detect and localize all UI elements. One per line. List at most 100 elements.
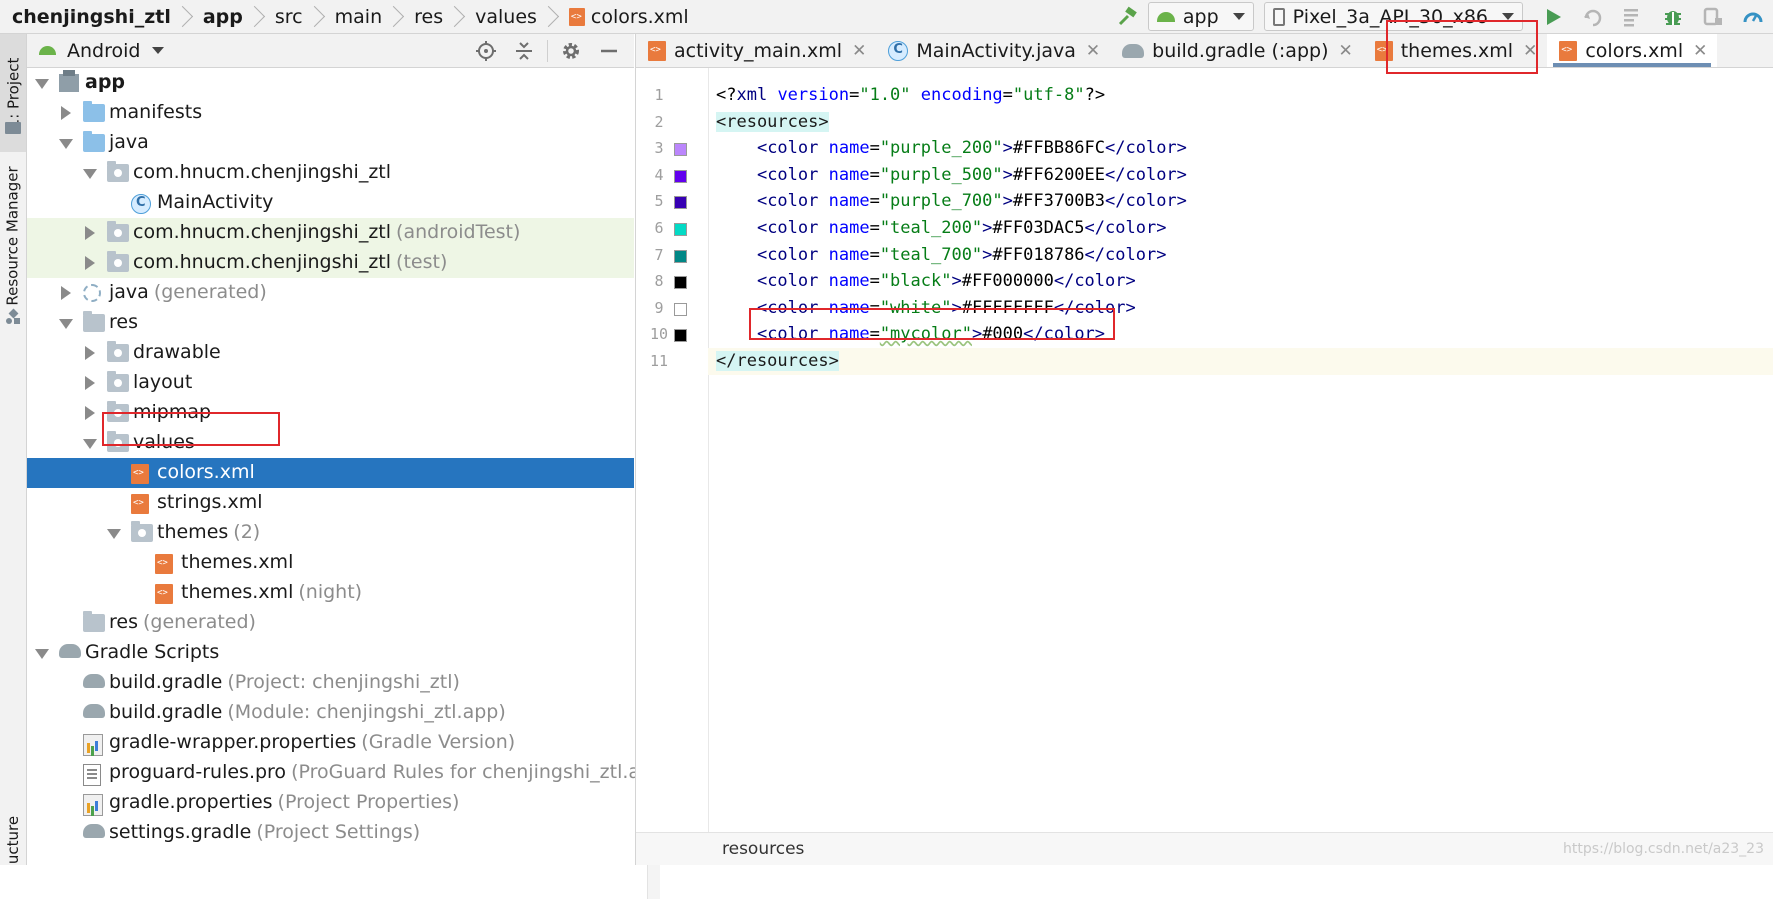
tree-node[interactable]: java	[27, 128, 634, 158]
project-view-mode[interactable]: Android	[67, 40, 140, 62]
color-swatch-icon[interactable]	[674, 276, 687, 290]
editor-tab[interactable]: MainActivity.java ✕	[876, 34, 1110, 67]
package-icon	[107, 161, 129, 182]
run-configuration-select[interactable]: app	[1147, 2, 1254, 31]
color-swatch-icon[interactable]	[674, 196, 687, 210]
project-tool-window: Android app manifests java com.hnucm.chenji…	[27, 34, 672, 899]
tree-node[interactable]: manifests	[27, 98, 634, 128]
breadcrumb-item[interactable]: chenjingshi_ztl	[0, 6, 171, 28]
tree-node[interactable]: com.hnucm.chenjingshi_ztl	[27, 158, 634, 188]
chevron-right-icon[interactable]	[83, 346, 95, 360]
tree-node[interactable]: app	[27, 68, 634, 98]
tree-node[interactable]: com.hnucm.chenjingshi_ztl (androidTest)	[27, 218, 634, 248]
code-line[interactable]: <?xml version="1.0" encoding="utf-8"?>	[716, 82, 1105, 109]
tree-node[interactable]: colors.xml	[27, 458, 634, 488]
tree-node[interactable]: settings.gradle (Project Settings)	[27, 818, 634, 848]
tree-node[interactable]: Gradle Scripts	[27, 638, 634, 668]
chevron-down-icon[interactable]	[59, 316, 73, 330]
collapse-all-icon[interactable]	[512, 39, 536, 63]
chevron-down-icon[interactable]	[107, 526, 121, 540]
minimize-icon[interactable]	[597, 39, 621, 63]
close-icon[interactable]: ✕	[1338, 41, 1352, 61]
run-icon[interactable]	[1541, 5, 1565, 29]
tree-node[interactable]: build.gradle (Module: chenjingshi_ztl.app…	[27, 698, 634, 728]
code-line[interactable]: <color name="purple_700">#FF3700B3</colo…	[716, 188, 1187, 215]
chevron-down-icon[interactable]	[83, 436, 97, 450]
color-swatch-icon[interactable]	[674, 143, 687, 157]
chevron-down-icon[interactable]	[59, 136, 73, 150]
breadcrumb-item[interactable]: colors.xml	[557, 6, 689, 28]
code-line[interactable]: <color name="teal_200">#FF03DAC5</color>	[716, 215, 1166, 242]
tree-node[interactable]: layout	[27, 368, 634, 398]
code-line[interactable]: <color name="purple_200">#FFBB86FC</colo…	[716, 135, 1187, 162]
code-line[interactable]: <color name="teal_700">#FF018786</color>	[716, 242, 1166, 269]
chevron-down-icon[interactable]	[35, 76, 49, 90]
chevron-down-icon[interactable]	[35, 646, 49, 660]
tree-node[interactable]: gradle.properties (Project Properties)	[27, 788, 634, 818]
chevron-down-icon[interactable]	[83, 166, 97, 180]
editor-tab[interactable]: themes.xml ✕	[1363, 34, 1548, 67]
code-line[interactable]: <color name="purple_500">#FF6200EE</colo…	[716, 162, 1187, 189]
color-swatch-icon[interactable]	[674, 329, 687, 343]
apply-changes-icon[interactable]	[1581, 5, 1605, 29]
project-tool-tab[interactable]: 1: Project	[0, 34, 26, 152]
structure-tab[interactable]: ucture	[0, 804, 26, 865]
chevron-right-icon[interactable]	[83, 406, 95, 420]
chevron-down-icon[interactable]	[152, 47, 165, 54]
tree-node[interactable]: proguard-rules.pro (ProGuard Rules for ch…	[27, 758, 672, 788]
editor-tab[interactable]: colors.xml ✕	[1547, 34, 1718, 67]
tree-node[interactable]: themes.xml	[27, 548, 634, 578]
breadcrumb-item[interactable]: main	[323, 6, 382, 28]
code-line[interactable]: <color name="white">#FFFFFFFF</color>	[716, 295, 1136, 322]
breadcrumb-item[interactable]: values	[463, 6, 537, 28]
color-swatch-icon[interactable]	[674, 249, 687, 263]
editor-tab[interactable]: activity_main.xml ✕	[636, 34, 876, 67]
code-token: xml	[736, 85, 778, 105]
build-hammer-icon[interactable]	[1116, 5, 1140, 29]
tree-node[interactable]: com.hnucm.chenjingshi_ztl (test)	[27, 248, 634, 278]
code-content[interactable]: <?xml version="1.0" encoding="utf-8"?> <r…	[708, 68, 1773, 838]
close-icon[interactable]: ✕	[1086, 41, 1100, 61]
tree-node[interactable]: themes.xml(night)	[27, 578, 634, 608]
breadcrumb-item[interactable]: app	[191, 6, 243, 28]
apply-code-changes-icon[interactable]	[1621, 5, 1645, 29]
chevron-right-icon[interactable]	[83, 226, 95, 240]
chevron-right-icon[interactable]	[59, 106, 71, 120]
tree-node[interactable]: themes (2)	[27, 518, 634, 548]
close-icon[interactable]: ✕	[852, 41, 866, 61]
code-line[interactable]: </resources>	[708, 348, 1773, 375]
tree-node[interactable]: build.gradle (Project: chenjingshi_ztl)	[27, 668, 634, 698]
code-line[interactable]: <resources>	[716, 109, 829, 136]
tree-node[interactable]: mipmap	[27, 398, 634, 428]
editor-tab[interactable]: build.gradle (:app) ✕	[1110, 34, 1363, 67]
tree-node[interactable]: res (generated)	[27, 608, 634, 638]
profiler-icon[interactable]	[1741, 5, 1765, 29]
tree-node[interactable]: MainActivity	[27, 188, 634, 218]
close-icon[interactable]: ✕	[1693, 41, 1707, 61]
code-line[interactable]: <color name="black">#FF000000</color>	[716, 268, 1136, 295]
breadcrumb-item[interactable]: src	[263, 6, 303, 28]
tree-node[interactable]: drawable	[27, 338, 634, 368]
tree-node[interactable]: res	[27, 308, 634, 338]
chevron-right-icon[interactable]	[59, 286, 71, 300]
tree-node[interactable]: values	[27, 428, 634, 458]
color-swatch-icon[interactable]	[674, 302, 687, 316]
resource-manager-tab[interactable]: Resource Manager	[0, 166, 26, 306]
locate-file-icon[interactable]	[474, 39, 498, 63]
close-icon[interactable]: ✕	[1523, 41, 1537, 61]
color-swatch-icon[interactable]	[674, 169, 687, 183]
device-select[interactable]: Pixel_3a_API_30_x86	[1263, 2, 1523, 31]
breadcrumb-label: colors.xml	[590, 5, 689, 28]
chevron-right-icon[interactable]	[83, 376, 95, 390]
breadcrumb-item[interactable]: res	[402, 6, 443, 28]
gear-icon[interactable]	[559, 39, 583, 63]
chevron-right-icon[interactable]	[83, 256, 95, 270]
tree-node[interactable]: strings.xml	[27, 488, 634, 518]
tree-node[interactable]: java (generated)	[27, 278, 634, 308]
attach-debugger-icon[interactable]	[1701, 5, 1725, 29]
tree-node[interactable]: gradle-wrapper.properties (Gradle Version…	[27, 728, 634, 758]
code-line[interactable]: <color name="mycolor">#000</color>	[716, 321, 1105, 348]
editor-breadcrumb[interactable]: resources	[722, 839, 804, 859]
color-swatch-icon[interactable]	[674, 223, 687, 236]
debug-bug-icon[interactable]	[1661, 5, 1685, 29]
